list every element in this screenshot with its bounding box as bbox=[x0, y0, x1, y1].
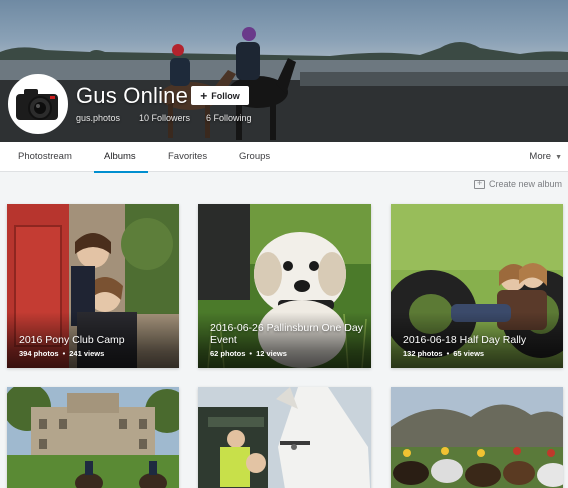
profile-tabs: Photostream Albums Favorites Groups More… bbox=[0, 142, 568, 173]
album-title: 2016-06-18 Half Day Rally bbox=[403, 334, 527, 346]
chevron-down-icon: ▼ bbox=[555, 154, 562, 161]
album-card[interactable] bbox=[198, 387, 371, 488]
camera-icon bbox=[10, 76, 66, 132]
album-cover bbox=[7, 387, 179, 488]
album-view-count: 65 views bbox=[453, 349, 485, 358]
more-label: More bbox=[529, 151, 552, 162]
separator-dot: • bbox=[62, 349, 66, 358]
album-photo-count: 132 photos bbox=[403, 349, 443, 358]
album-stats: 394 photos • 241 views bbox=[19, 349, 104, 358]
create-album-label: Create new album bbox=[488, 179, 562, 189]
tab-albums[interactable]: Albums bbox=[94, 142, 148, 173]
album-card[interactable]: 2016 Pony Club Camp 394 photos • 241 vie… bbox=[7, 204, 179, 368]
follow-label: Follow bbox=[211, 90, 240, 101]
separator-dot: • bbox=[249, 349, 253, 358]
album-card[interactable]: 2016-06-18 Half Day Rally 132 photos • 6… bbox=[391, 204, 563, 368]
album-photo-count: 394 photos bbox=[19, 349, 59, 358]
tab-favorites[interactable]: Favorites bbox=[168, 142, 207, 172]
username[interactable]: gus.photos bbox=[76, 113, 120, 123]
album-view-count: 241 views bbox=[69, 349, 105, 358]
profile-avatar[interactable] bbox=[8, 74, 68, 134]
add-album-icon bbox=[473, 178, 485, 189]
album-stats: 132 photos • 65 views bbox=[403, 349, 484, 358]
profile-name: Gus Online bbox=[76, 83, 189, 108]
album-cover bbox=[391, 387, 563, 488]
tab-photostream[interactable]: Photostream bbox=[18, 142, 72, 172]
tab-groups[interactable]: Groups bbox=[239, 142, 270, 172]
following-link[interactable]: 6 Following bbox=[206, 113, 252, 123]
album-title: 2016 Pony Club Camp bbox=[19, 334, 125, 346]
album-stats: 62 photos • 12 views bbox=[210, 349, 287, 358]
plus-icon: + bbox=[200, 88, 208, 103]
profile-cover: Gus Online + Follow gus.photos 10 Follow… bbox=[0, 0, 568, 142]
album-card[interactable]: 2016-06-26 Pallinsburn One Day Event 62 … bbox=[198, 204, 371, 368]
album-photo-count: 62 photos bbox=[210, 349, 246, 358]
album-cover bbox=[198, 387, 371, 488]
album-card[interactable] bbox=[7, 387, 179, 488]
create-album-button[interactable]: Create new album bbox=[473, 178, 562, 189]
more-menu[interactable]: More ▼ bbox=[529, 142, 562, 172]
album-view-count: 12 views bbox=[256, 349, 287, 358]
followers-link[interactable]: 10 Followers bbox=[139, 113, 190, 123]
follow-button[interactable]: + Follow bbox=[191, 86, 249, 105]
separator-dot: • bbox=[446, 349, 450, 358]
album-card[interactable] bbox=[391, 387, 563, 488]
album-title: 2016-06-26 Pallinsburn One Day Event bbox=[210, 322, 363, 346]
